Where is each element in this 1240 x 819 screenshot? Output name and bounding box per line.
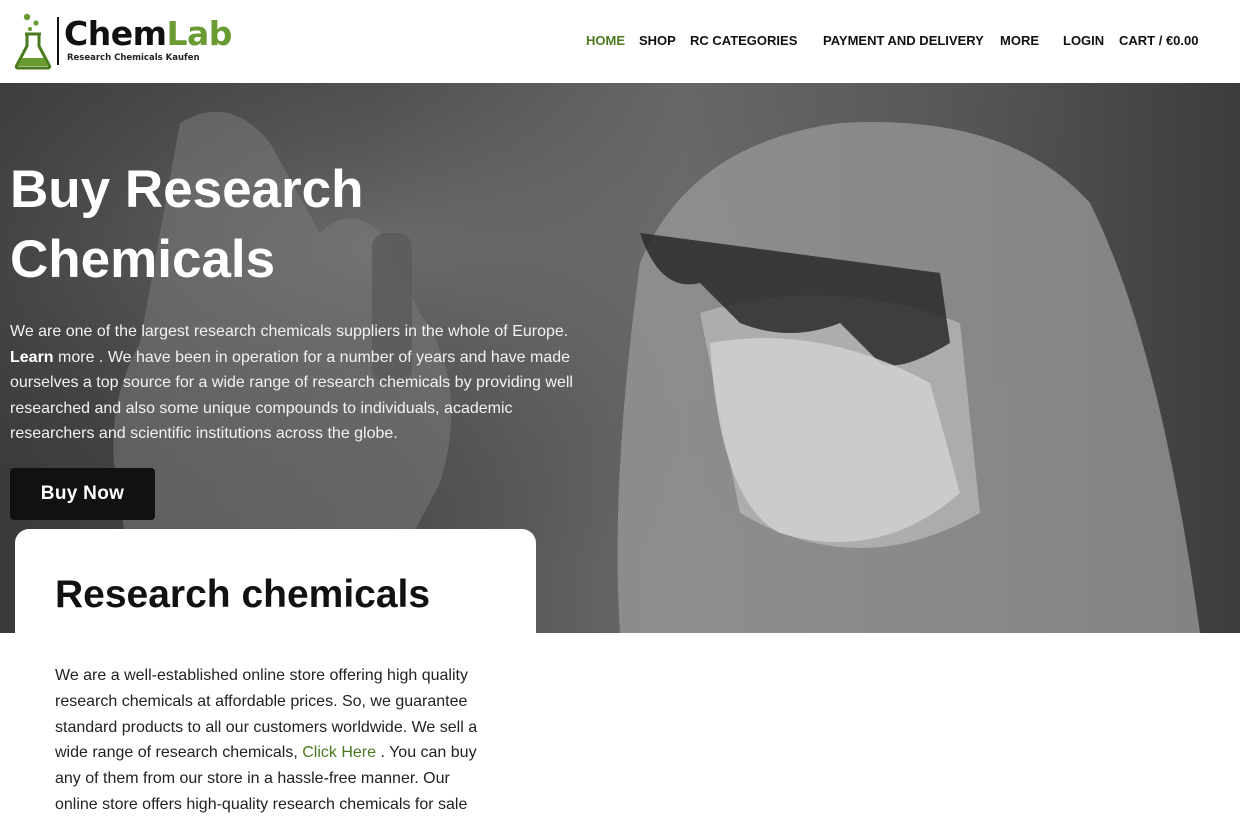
nav-item-login[interactable]: LOGIN: [1063, 33, 1104, 49]
hero-description: We are one of the largest research chemi…: [10, 319, 600, 447]
hero-text-part1: We are one of the largest research chemi…: [10, 323, 569, 340]
site-header: ChemLab Research Chemicals Kaufen HOME S…: [0, 0, 1240, 83]
intro-card-text: We are a well-established online store o…: [55, 663, 485, 818]
nav-item-payment-and-delivery[interactable]: PAYMENT AND DELIVERY: [823, 33, 984, 49]
hero-text-part2: more . We have been in operation for a n…: [10, 348, 573, 443]
nav-item-shop[interactable]: SHOP: [639, 33, 676, 49]
hero-title: Buy Research Chemicals: [10, 160, 364, 289]
buy-now-button[interactable]: Buy Now: [10, 468, 155, 520]
nav-item-cart[interactable]: CART / €0.00: [1119, 33, 1198, 49]
nav-item-rc-categories[interactable]: RC CATEGORIES: [690, 33, 797, 49]
nav-item-more[interactable]: MORE: [1000, 33, 1039, 49]
nav-item-home[interactable]: HOME: [586, 33, 625, 49]
intro-card-title: Research chemicals: [55, 573, 431, 616]
hero-learn-link[interactable]: Learn: [10, 349, 54, 366]
intro-card: Research chemicals We are a well-establi…: [15, 529, 536, 819]
main-nav: HOME SHOP RC CATEGORIES PAYMENT AND DELI…: [0, 33, 1240, 49]
click-here-link[interactable]: Click Here: [302, 744, 376, 761]
logo-tagline: Research Chemicals Kaufen: [67, 53, 200, 63]
